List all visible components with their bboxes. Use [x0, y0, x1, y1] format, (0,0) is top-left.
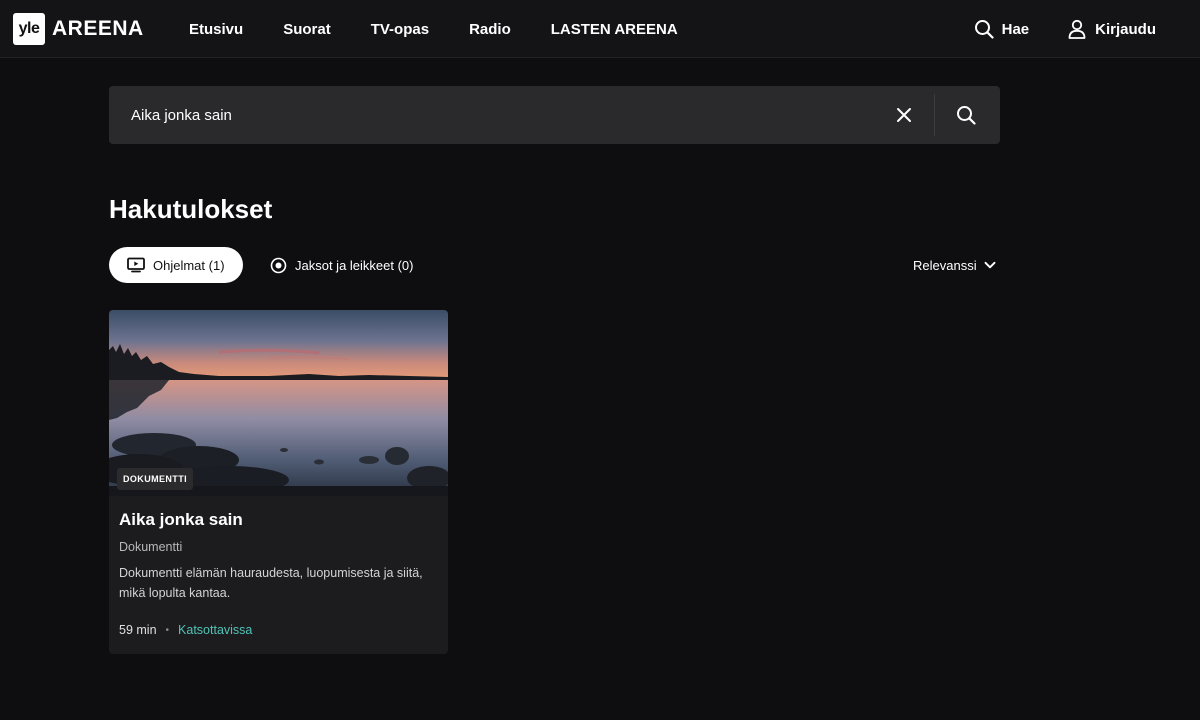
results-title: Hakutulokset	[109, 194, 273, 224]
search-submit-button[interactable]	[951, 100, 981, 130]
search-icon	[957, 106, 976, 125]
nav-item-tv-opas[interactable]: TV-opas	[371, 21, 429, 38]
nav-item-suorat[interactable]: Suorat	[283, 21, 331, 38]
header-actions: Hae Kirjaudu	[936, 0, 1156, 58]
user-icon	[1068, 19, 1086, 39]
nav-item-lasten-areena[interactable]: LASTEN AREENA	[551, 21, 678, 38]
close-icon	[897, 108, 911, 122]
search-divider	[934, 94, 935, 136]
card-availability: Katsottavissa	[178, 623, 253, 637]
nav-item-etusivu[interactable]: Etusivu	[189, 21, 243, 38]
filter-programs-label: Ohjelmat (1)	[153, 257, 225, 273]
card-thumbnail: DOKUMENTTI	[109, 310, 448, 496]
result-card[interactable]: DOKUMENTTI Aika jonka sain Dokumentti Do…	[109, 310, 448, 654]
chevron-down-icon	[984, 261, 996, 269]
nav-item-radio[interactable]: Radio	[469, 21, 511, 38]
card-genre: Dokumentti	[119, 540, 183, 554]
main-nav: Etusivu Suorat TV-opas Radio LASTEN AREE…	[189, 0, 718, 58]
yle-logo-mark: yle	[13, 13, 45, 45]
filter-programs-tab[interactable]: Ohjelmat (1)	[109, 247, 243, 283]
login-button[interactable]: Kirjaudu	[1067, 19, 1156, 39]
card-description: Dokumentti elämän hauraudesta, luopumise…	[119, 566, 423, 600]
clear-search-button[interactable]	[889, 100, 919, 130]
login-label: Kirjaudu	[1095, 20, 1156, 38]
sort-label: Relevanssi	[913, 257, 977, 273]
filter-episodes-tab[interactable]: Jaksot ja leikkeet (0)	[270, 247, 414, 283]
search-input[interactable]	[109, 86, 869, 144]
genre-badge: DOKUMENTTI	[117, 468, 193, 490]
radio-circle-icon	[270, 257, 287, 273]
header-search-button[interactable]: Hae	[974, 19, 1030, 39]
areena-wordmark: AREENA	[52, 17, 144, 40]
card-title: Aika jonka sain	[119, 510, 243, 529]
filter-episodes-label: Jaksot ja leikkeet (0)	[295, 257, 414, 273]
sort-dropdown[interactable]: Relevanssi	[913, 247, 997, 283]
card-meta: 59 min • Katsottavissa	[119, 623, 252, 637]
card-duration: 59 min	[119, 623, 157, 637]
search-bar	[109, 86, 1000, 144]
header-search-label: Hae	[1001, 20, 1030, 38]
top-header: yle AREENA Etusivu Suorat TV-opas Radio …	[0, 0, 1200, 58]
search-icon	[974, 20, 994, 39]
meta-separator: •	[165, 624, 170, 636]
tv-icon	[127, 257, 145, 273]
yle-areena-logo[interactable]: yle AREENA	[13, 13, 144, 45]
